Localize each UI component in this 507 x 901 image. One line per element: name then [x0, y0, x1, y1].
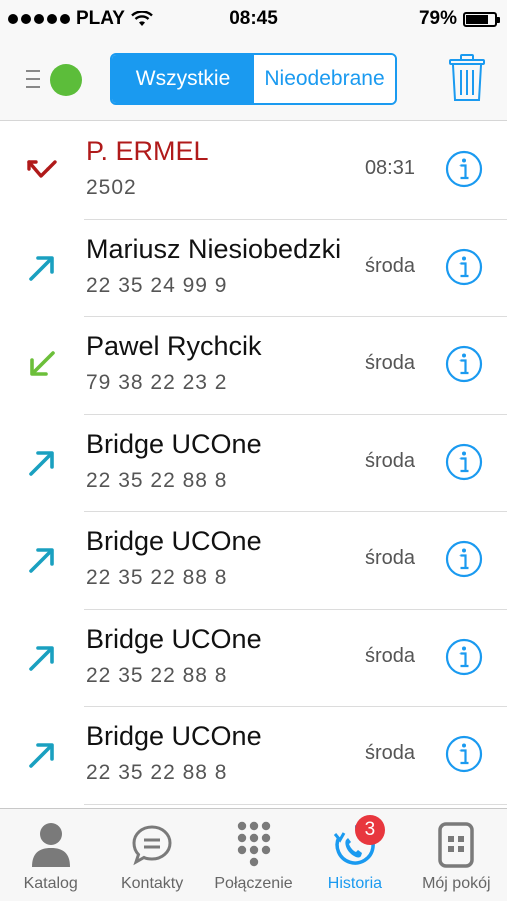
- missed-call-icon: [27, 160, 57, 178]
- contact-name: Pawel Rychcik: [86, 331, 262, 361]
- info-icon[interactable]: [445, 735, 483, 773]
- menu-presence-button[interactable]: [26, 60, 84, 98]
- segment-all[interactable]: Wszystkie: [112, 55, 254, 103]
- menu-icon: [26, 70, 40, 94]
- call-row[interactable]: Mariusz Niesiobedzki 22 35 24 99 9 środa: [0, 219, 507, 317]
- call-time: środa: [364, 352, 415, 374]
- room-icon: [438, 822, 475, 868]
- tab-label: Kontakty: [120, 875, 184, 892]
- info-icon[interactable]: [445, 345, 483, 383]
- status-bar: PLAY 08:45 79%: [0, 0, 507, 38]
- phone-number: 79 38 22 23 2: [86, 371, 228, 394]
- tab-historia[interactable]: 3 Historia: [304, 809, 405, 901]
- contact-name: P. ERMEL: [86, 136, 209, 166]
- outgoing-call-icon: [29, 645, 54, 671]
- trash-icon[interactable]: [447, 54, 487, 102]
- battery-group: 79%: [418, 8, 500, 30]
- contact-name: Bridge UCOne: [86, 721, 262, 751]
- call-row[interactable]: Bridge UCOne 22 35 22 88 8 środa: [0, 609, 507, 707]
- notification-badge: 3: [354, 815, 385, 845]
- outgoing-call-icon: [29, 548, 54, 573]
- info-icon[interactable]: [445, 638, 483, 676]
- presence-status-icon: [50, 64, 82, 96]
- battery-icon: [463, 11, 500, 27]
- call-row[interactable]: Bridge UCOne 22 35 22 88 8 środa: [0, 706, 507, 805]
- contact-name: Bridge UCOne: [86, 428, 262, 459]
- tab-kontakty[interactable]: Kontakty: [101, 809, 202, 901]
- contact-name: Mariusz Niesiobedzki: [86, 233, 342, 264]
- call-time: środa: [364, 742, 415, 764]
- phone-number: 2502: [86, 176, 137, 199]
- outgoing-call-icon: [29, 743, 54, 768]
- call-row[interactable]: Bridge UCOne 22 35 22 88 8 środa: [0, 511, 507, 610]
- call-time: 08:31: [364, 157, 415, 179]
- navigation-bar: Wszystkie Nieodebrane: [0, 38, 507, 121]
- person-icon: [31, 823, 70, 867]
- battery-percent: 79%: [418, 8, 457, 29]
- tab-katalog[interactable]: Katalog: [0, 809, 101, 901]
- outgoing-call-icon: [29, 450, 54, 476]
- phone-number: 22 35 24 99 9: [86, 273, 228, 297]
- chat-bubble-icon: [132, 825, 172, 866]
- outgoing-call-icon: [29, 255, 54, 281]
- call-history-list: P. ERMEL 2502 08:31 Mariusz Niesiobedzki 22 …: [0, 121, 507, 805]
- tab-bar: Katalog Kontakty Połączenie 3 Historia M…: [0, 808, 507, 901]
- info-icon[interactable]: [445, 248, 483, 286]
- call-row[interactable]: Bridge UCOne 22 35 22 88 8 środa: [0, 414, 507, 512]
- call-time: środa: [364, 449, 415, 472]
- tab-label: Mój pokój: [422, 875, 491, 892]
- tab-polaczenie[interactable]: Połączenie: [203, 809, 304, 901]
- incoming-call-icon: [30, 351, 55, 376]
- phone-number: 22 35 22 88 8: [86, 761, 228, 784]
- info-icon[interactable]: [445, 540, 483, 578]
- phone-number: 22 35 22 88 8: [86, 663, 228, 687]
- call-time: środa: [364, 644, 415, 667]
- contact-name: Bridge UCOne: [86, 526, 262, 556]
- call-time: środa: [364, 547, 415, 569]
- tab-moj-pokoj[interactable]: Mój pokój: [406, 809, 507, 901]
- contact-name: Bridge UCOne: [86, 623, 262, 654]
- dialpad-icon: [237, 821, 270, 867]
- call-filter-segmented-control: Wszystkie Nieodebrane: [110, 53, 397, 105]
- phone-number: 22 35 22 88 8: [86, 468, 228, 492]
- info-icon[interactable]: [445, 150, 483, 188]
- call-time: środa: [364, 254, 415, 277]
- call-row[interactable]: P. ERMEL 2502 08:31: [0, 121, 507, 220]
- call-row[interactable]: Pawel Rychcik 79 38 22 23 2 środa: [0, 316, 507, 415]
- tab-label: Połączenie: [214, 875, 293, 892]
- tab-label: Katalog: [23, 875, 78, 892]
- phone-number: 22 35 22 88 8: [86, 566, 228, 589]
- tab-label: Historia: [327, 875, 383, 892]
- info-icon[interactable]: [445, 443, 483, 481]
- segment-missed[interactable]: Nieodebrane: [254, 55, 395, 103]
